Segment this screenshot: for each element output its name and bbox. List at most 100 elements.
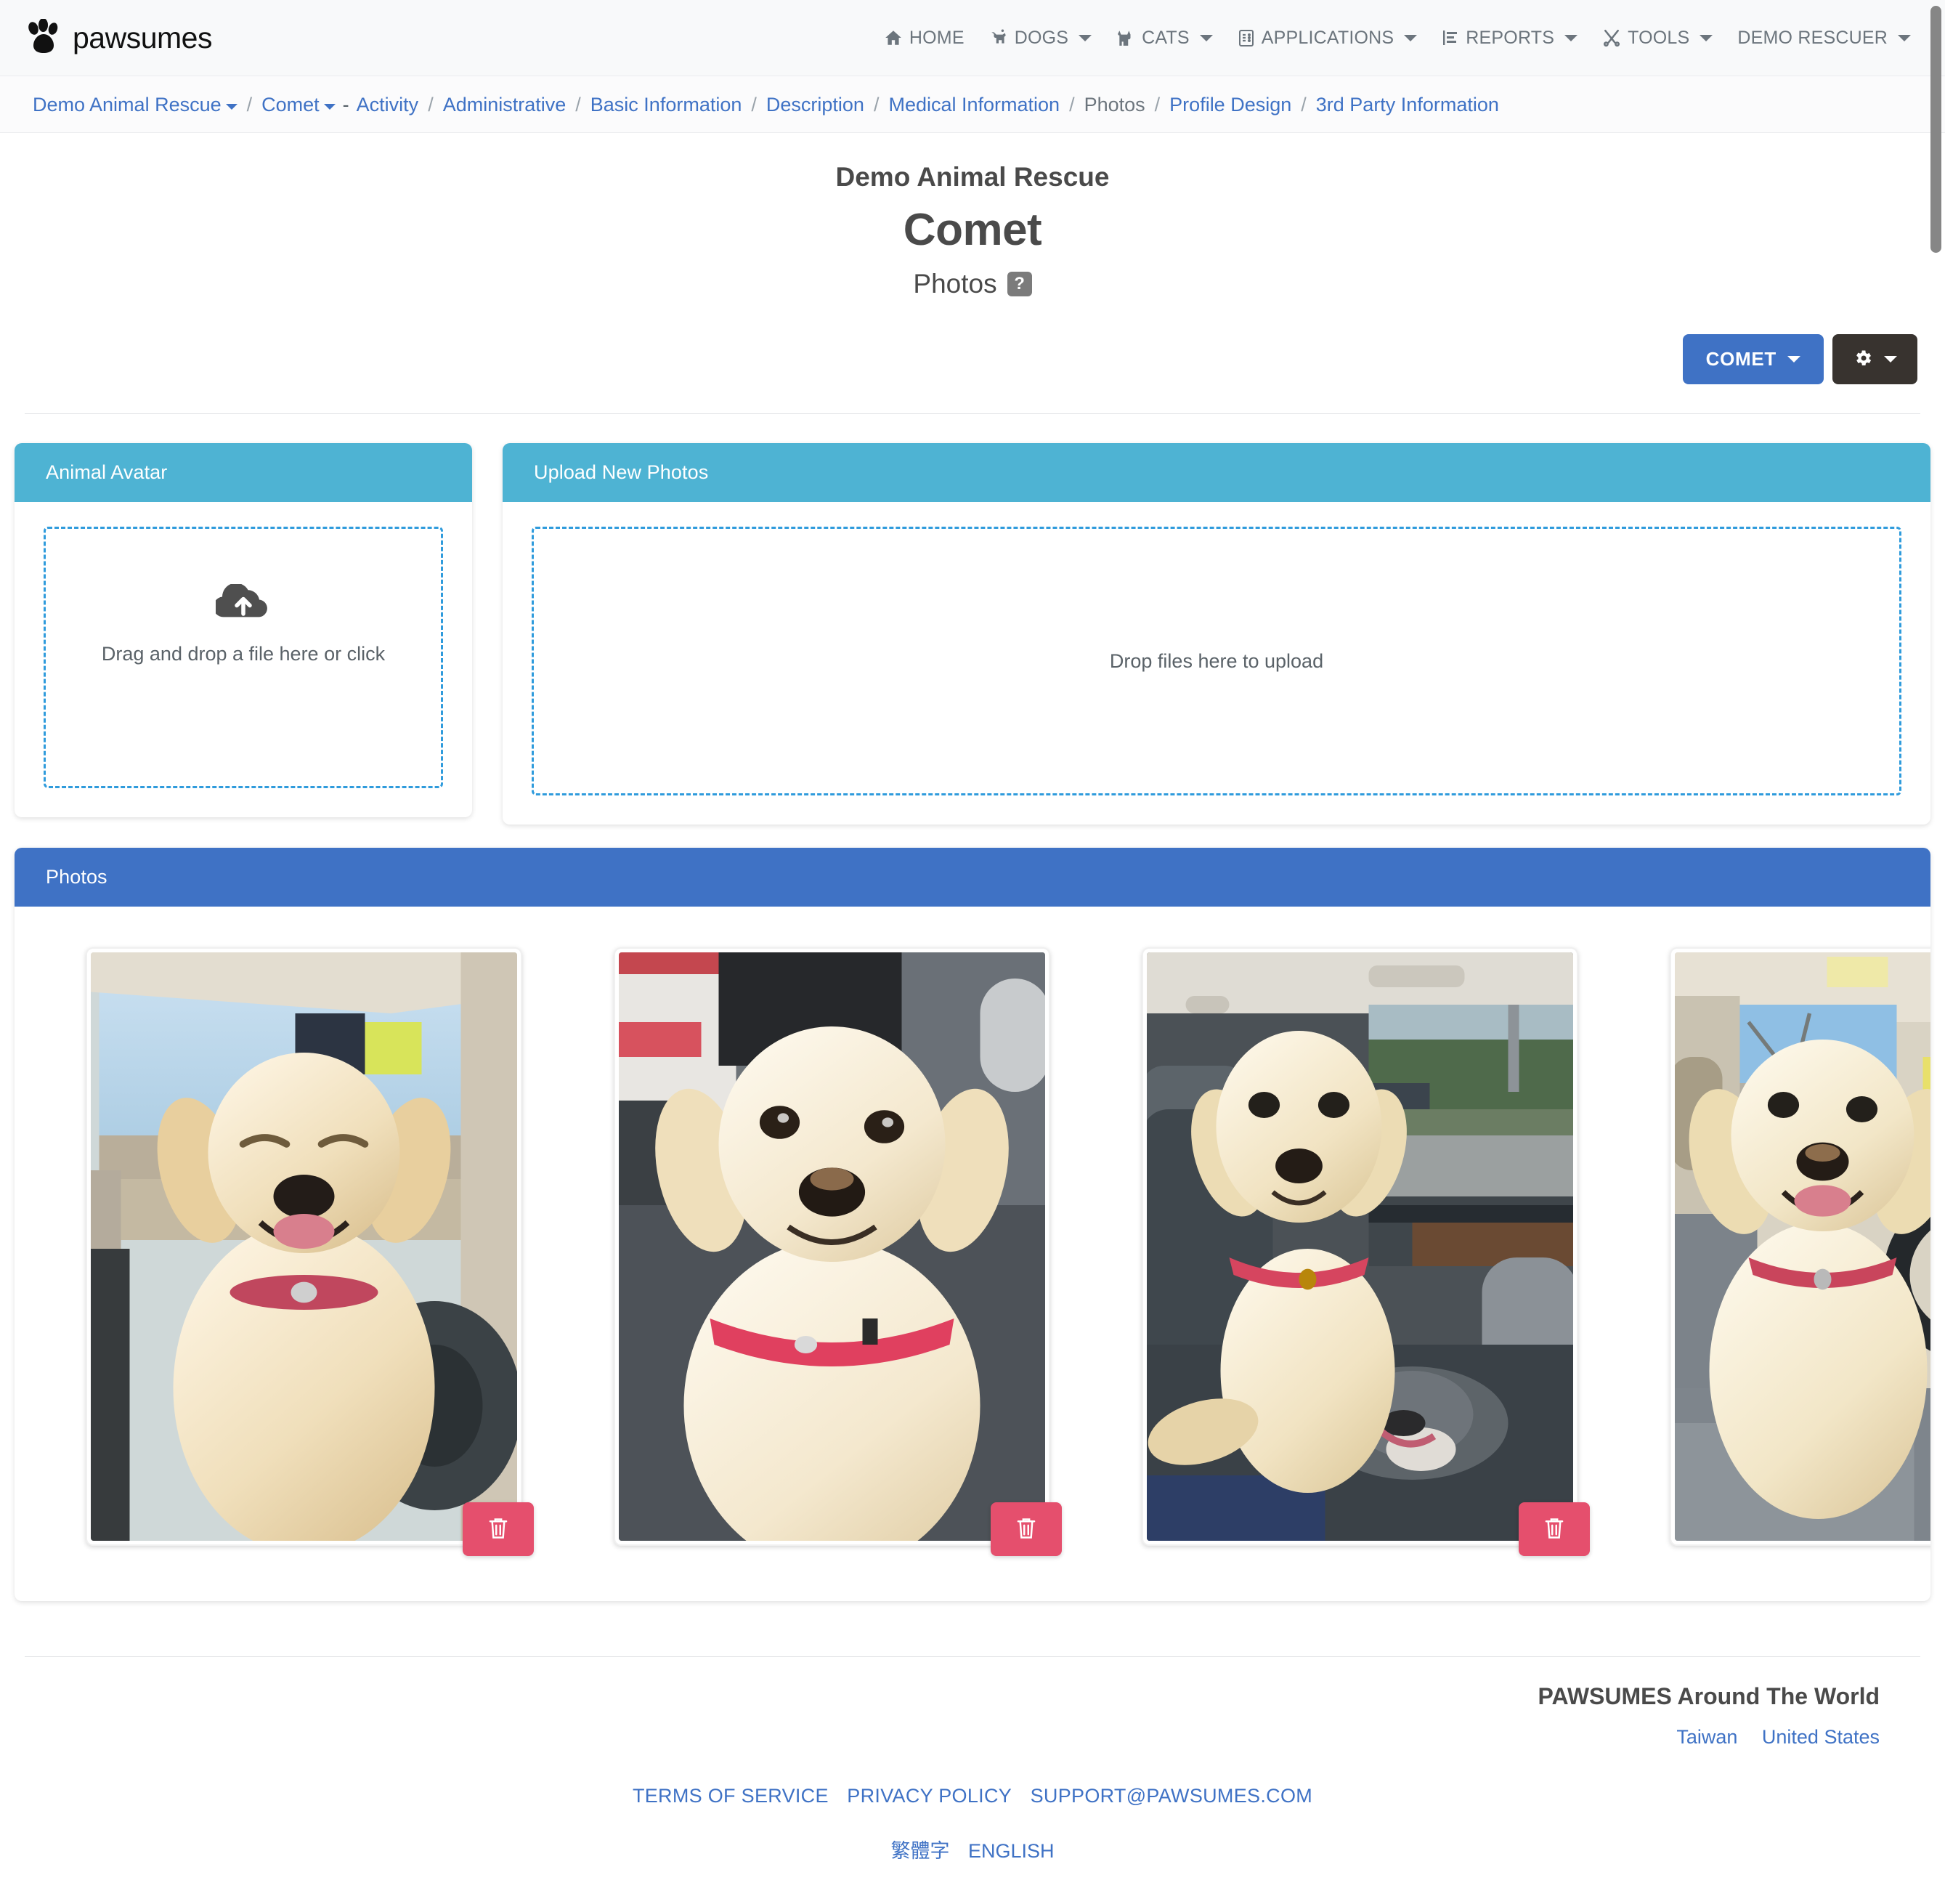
clipboard-icon: [1238, 28, 1255, 47]
chevron-down-icon: [1404, 35, 1417, 41]
breadcrumb-separator: /: [428, 94, 434, 116]
breadcrumb-item-description[interactable]: Description: [766, 94, 864, 116]
breadcrumb-separator: /: [1301, 94, 1307, 116]
nav-label: REPORTS: [1466, 28, 1554, 49]
chevron-down-icon: [324, 104, 336, 110]
breadcrumb-org[interactable]: Demo Animal Rescue: [33, 94, 237, 116]
chevron-down-icon: [1884, 356, 1897, 362]
primary-nav: HOME DOGS CATS APPLICATIONS: [872, 20, 1923, 56]
nav-item-cats[interactable]: CATS: [1104, 20, 1225, 56]
breadcrumb-separator: /: [751, 94, 757, 116]
upload-new-photos-card-body: Drop files here to upload: [503, 502, 1930, 825]
breadcrumb-item-3rd-party-information[interactable]: 3rd Party Information: [1316, 94, 1499, 116]
breadcrumb: Demo Animal Rescue / Comet - Activity / …: [0, 76, 1945, 133]
chevron-down-icon: [226, 104, 237, 110]
nav-item-tools[interactable]: TOOLS: [1590, 20, 1725, 56]
scrollbar-thumb[interactable]: [1930, 6, 1941, 253]
photo-tile[interactable]: [614, 947, 1050, 1546]
photo-tile[interactable]: [1670, 947, 1930, 1546]
paw-print-icon: [25, 19, 62, 57]
chevron-down-icon: [1200, 35, 1213, 41]
breadcrumb-separator: /: [874, 94, 880, 116]
avatar-dropzone-label: Drag and drop a file here or click: [102, 643, 385, 665]
cloud-upload-icon: [216, 584, 271, 628]
footer-language-links: 繁體字 ENGLISH: [25, 1807, 1920, 1863]
breadcrumb-org-label: Demo Animal Rescue: [33, 94, 222, 116]
cat-icon: [1116, 28, 1135, 47]
photos-dropzone[interactable]: Drop files here to upload: [532, 527, 1901, 795]
photo-thumbnail[interactable]: [91, 952, 517, 1541]
photo-thumbnail[interactable]: [1147, 952, 1573, 1541]
photo-tile[interactable]: [1142, 947, 1578, 1546]
footer-link-english[interactable]: ENGLISH: [968, 1840, 1055, 1862]
chevron-down-icon: [1564, 35, 1577, 41]
photo-thumbnail[interactable]: [619, 952, 1045, 1541]
photo-tile[interactable]: [86, 947, 522, 1546]
breadcrumb-animal-label: Comet: [261, 94, 320, 116]
page-title: Comet: [0, 204, 1945, 256]
footer-link-taiwan[interactable]: Taiwan: [1676, 1726, 1737, 1748]
breadcrumb-item-activity[interactable]: Activity: [357, 94, 419, 116]
chevron-down-icon: [1898, 35, 1911, 41]
top-navbar: pawsumes HOME DOGS CATS APPL: [0, 0, 1945, 76]
nav-label: CATS: [1142, 28, 1190, 49]
avatar-dropzone[interactable]: Drag and drop a file here or click: [44, 527, 443, 788]
settings-dropdown-button[interactable]: [1832, 334, 1917, 384]
footer-world-title: PAWSUMES Around The World: [25, 1683, 1920, 1710]
nav-item-dogs[interactable]: DOGS: [977, 20, 1104, 56]
photos-dropzone-label: Drop files here to upload: [1110, 650, 1323, 673]
nav-item-home[interactable]: HOME: [872, 20, 977, 56]
upload-row: Animal Avatar Drag and drop a file here …: [15, 443, 1930, 825]
animal-avatar-card-body: Drag and drop a file here or click: [15, 502, 472, 817]
nav-label: HOME: [909, 28, 965, 49]
breadcrumb-dash: -: [343, 94, 349, 116]
trash-icon: [1014, 1515, 1039, 1544]
nav-label: DEMO RESCUER: [1737, 28, 1888, 49]
footer-link-traditional-chinese[interactable]: 繁體字: [890, 1840, 949, 1862]
breadcrumb-separator: /: [575, 94, 581, 116]
photo-thumbnail[interactable]: [1675, 952, 1930, 1541]
breadcrumb-separator: /: [247, 94, 253, 116]
dog-icon: [989, 28, 1008, 47]
delete-photo-button[interactable]: [463, 1502, 534, 1556]
section-title: Photos ?: [0, 269, 1945, 299]
breadcrumb-separator: /: [1069, 94, 1075, 116]
footer-link-privacy-policy[interactable]: PRIVACY POLICY: [847, 1785, 1012, 1807]
nav-item-reports[interactable]: REPORTS: [1429, 20, 1590, 56]
brand-logo-link[interactable]: pawsumes: [25, 19, 212, 57]
breadcrumb-item-administrative[interactable]: Administrative: [443, 94, 567, 116]
photos-card-title: Photos: [15, 848, 1930, 907]
footer-link-support-email[interactable]: SUPPORT@PAWSUMES.COM: [1031, 1785, 1312, 1807]
photo-grid: [57, 936, 1901, 1557]
footer-world-links: Taiwan United States: [25, 1710, 1920, 1749]
footer-legal-links: TERMS OF SERVICE PRIVACY POLICY SUPPORT@…: [25, 1749, 1920, 1807]
page-header: Demo Animal Rescue Comet Photos ?: [0, 133, 1945, 299]
breadcrumb-animal[interactable]: Comet: [261, 94, 336, 116]
help-badge[interactable]: ?: [1007, 272, 1032, 296]
trash-icon: [1542, 1515, 1567, 1544]
breadcrumb-item-profile-design[interactable]: Profile Design: [1169, 94, 1291, 116]
breadcrumb-item-medical-information[interactable]: Medical Information: [888, 94, 1060, 116]
tools-icon: [1602, 28, 1621, 47]
nav-label: DOGS: [1015, 28, 1068, 49]
photos-card-body: [15, 907, 1930, 1601]
breadcrumb-item-photos: Photos: [1084, 94, 1145, 116]
main-content: Animal Avatar Drag and drop a file here …: [0, 414, 1945, 1601]
gear-icon: [1853, 348, 1873, 370]
nav-item-applications[interactable]: APPLICATIONS: [1225, 20, 1430, 56]
footer-link-terms-of-service[interactable]: TERMS OF SERVICE: [633, 1785, 829, 1807]
breadcrumb-item-basic-information[interactable]: Basic Information: [590, 94, 742, 116]
delete-photo-button[interactable]: [1519, 1502, 1590, 1556]
section-title-label: Photos: [913, 269, 996, 299]
vertical-scrollbar[interactable]: [1926, 0, 1945, 1893]
chevron-down-icon: [1079, 35, 1092, 41]
delete-photo-button[interactable]: [991, 1502, 1062, 1556]
chevron-down-icon: [1700, 35, 1713, 41]
upload-new-photos-card-title: Upload New Photos: [503, 443, 1930, 502]
trash-icon: [486, 1515, 511, 1544]
nav-item-demo-rescuer[interactable]: DEMO RESCUER: [1725, 20, 1923, 56]
footer-link-united-states[interactable]: United States: [1762, 1726, 1880, 1748]
animal-dropdown-button[interactable]: COMET: [1683, 334, 1824, 384]
breadcrumb-separator: /: [1155, 94, 1161, 116]
brand-name: pawsumes: [73, 21, 212, 55]
